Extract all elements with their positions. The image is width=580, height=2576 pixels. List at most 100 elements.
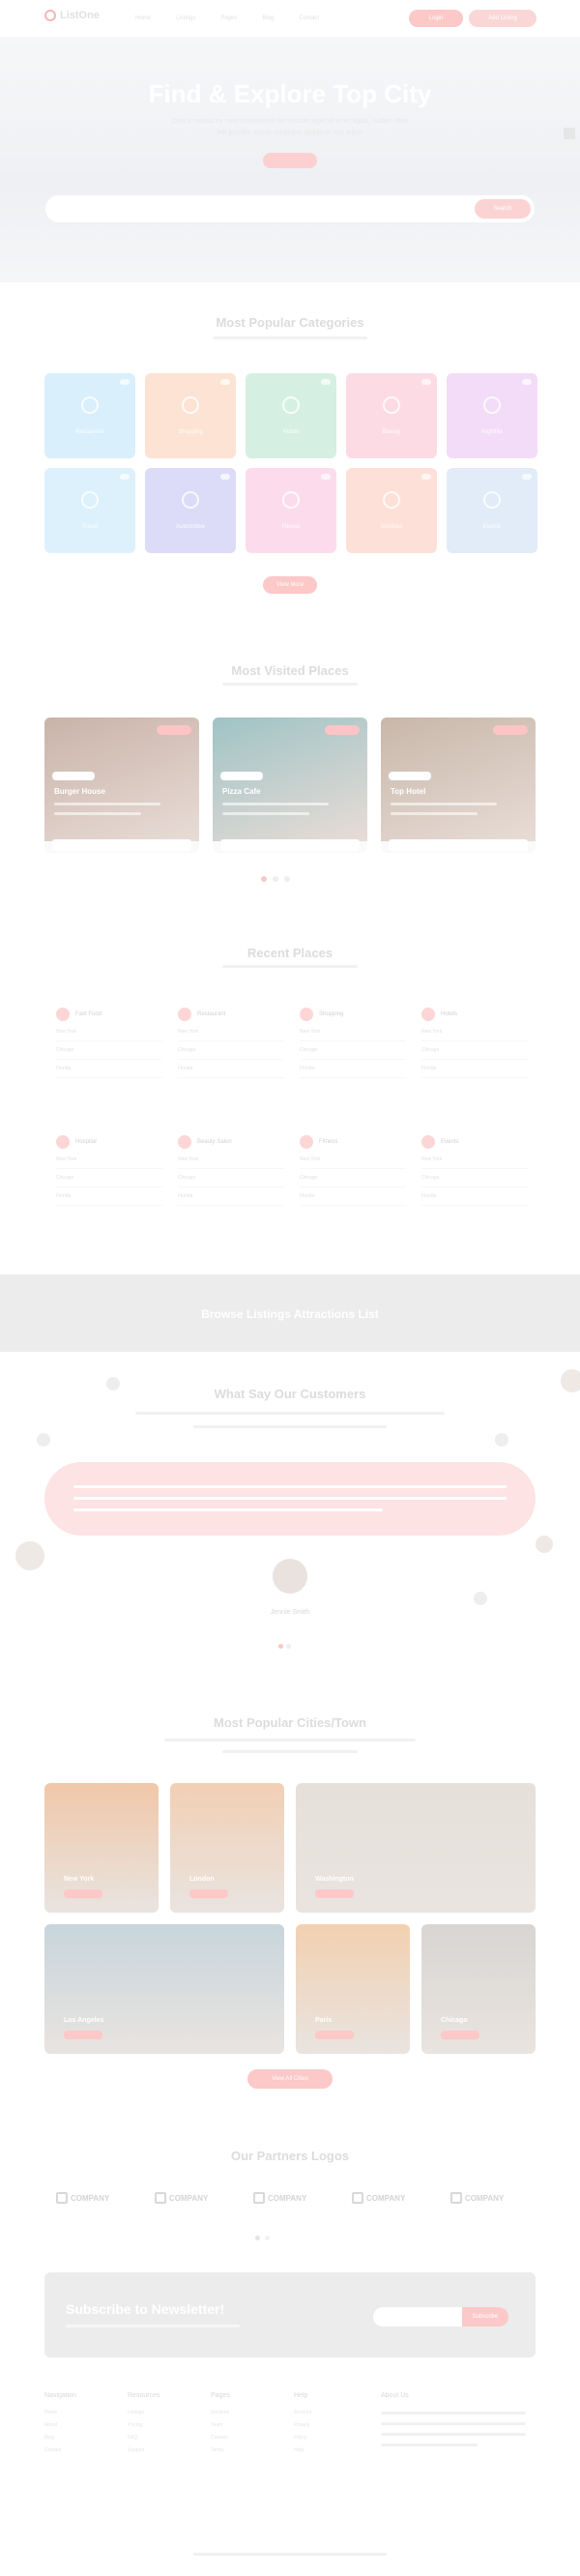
hero-cta-button[interactable]: [263, 153, 317, 168]
visited-place-card[interactable]: Burger House: [44, 717, 199, 853]
recent-place-row[interactable]: New York: [178, 1151, 284, 1169]
footer-link[interactable]: Terms: [211, 2447, 230, 2460]
footer-link[interactable]: Support: [128, 2447, 160, 2460]
nav-item-home[interactable]: Home: [135, 15, 151, 21]
recent-place-row[interactable]: Chicago: [178, 1169, 284, 1187]
footer-link[interactable]: FAQ: [128, 2435, 160, 2447]
newsletter-subscribe-button[interactable]: Subscribe: [462, 2307, 508, 2327]
add-listing-button[interactable]: Add Listing: [469, 10, 536, 27]
nav-item-listings[interactable]: Listings: [176, 15, 195, 21]
settings-icon[interactable]: [564, 128, 575, 139]
partner-logo-text: COMPANY: [366, 2193, 406, 2203]
city-card[interactable]: New York: [44, 1783, 159, 1913]
recent-place-row[interactable]: Florida: [300, 1060, 406, 1078]
testimonial-avatar: [271, 1557, 309, 1595]
category-card[interactable]: Hotels: [246, 373, 336, 458]
quote-text-line: [73, 1485, 507, 1488]
city-card[interactable]: Chicago: [421, 1924, 536, 2054]
partner-logo[interactable]: COMPANY: [352, 2192, 405, 2204]
newsletter-email-input[interactable]: [373, 2307, 462, 2327]
hero-search-bar[interactable]: Search: [44, 194, 536, 223]
recent-column-head[interactable]: Hotels: [421, 1006, 528, 1023]
carousel-dot-active[interactable]: [261, 876, 267, 882]
recent-place-row[interactable]: Florida: [178, 1060, 284, 1078]
recent-place-row[interactable]: Florida: [178, 1187, 284, 1206]
recent-place-row[interactable]: Chicago: [178, 1041, 284, 1060]
recent-place-row[interactable]: Florida: [56, 1060, 162, 1078]
partner-dot-active[interactable]: [255, 2236, 260, 2240]
footer-link[interactable]: Help: [294, 2447, 311, 2460]
cities-more-button[interactable]: View All Cities: [247, 2069, 333, 2089]
footer-link[interactable]: Listings: [128, 2410, 160, 2422]
recent-column-head[interactable]: Fitness: [300, 1133, 406, 1151]
city-card[interactable]: Paris: [296, 1924, 410, 2054]
recent-column-head[interactable]: Beauty Salon: [178, 1133, 284, 1151]
footer-link[interactable]: Account: [294, 2410, 311, 2422]
category-card[interactable]: Automotive: [145, 468, 236, 553]
recent-place-row[interactable]: New York: [421, 1151, 528, 1169]
city-card[interactable]: London: [170, 1783, 284, 1913]
city-card[interactable]: Los Angeles: [44, 1924, 284, 2054]
partner-dot[interactable]: [265, 2236, 270, 2240]
visited-place-card[interactable]: Top Hotel: [381, 717, 536, 853]
recent-place-row[interactable]: Chicago: [421, 1041, 528, 1060]
recent-place-row[interactable]: Florida: [56, 1187, 162, 1206]
nav-item-blog[interactable]: Blog: [262, 15, 274, 21]
footer-link[interactable]: Privacy: [294, 2422, 311, 2435]
recent-column-head[interactable]: Fast Food: [56, 1006, 162, 1023]
category-card[interactable]: Services: [346, 468, 437, 553]
partner-logo[interactable]: COMPANY: [253, 2192, 306, 2204]
footer-link[interactable]: Careers: [211, 2435, 230, 2447]
recent-place-row[interactable]: Florida: [421, 1060, 528, 1078]
footer-link[interactable]: Pricing: [128, 2422, 160, 2435]
recent-place-row[interactable]: Chicago: [56, 1041, 162, 1060]
carousel-dot[interactable]: [273, 876, 278, 882]
footer-link[interactable]: Policy: [294, 2435, 311, 2447]
categories-more-button[interactable]: View More: [263, 576, 317, 594]
category-card[interactable]: Shopping: [145, 373, 236, 458]
footer-column-title: Navigation: [44, 2392, 77, 2399]
recent-place-row[interactable]: Florida: [421, 1187, 528, 1206]
recent-column-head[interactable]: Hospital: [56, 1133, 162, 1151]
carousel-dot[interactable]: [284, 876, 290, 882]
footer-link[interactable]: Team: [211, 2422, 230, 2435]
category-card[interactable]: Restaurant: [44, 373, 135, 458]
footer-link[interactable]: Contact: [44, 2447, 76, 2460]
category-card[interactable]: Nightlife: [447, 373, 537, 458]
recent-column-head[interactable]: Shopping: [300, 1006, 406, 1023]
recent-place-row[interactable]: Chicago: [300, 1169, 406, 1187]
login-button[interactable]: Login: [409, 10, 463, 27]
visited-place-card[interactable]: Pizza Cafe: [213, 717, 367, 853]
footer-link[interactable]: Blog: [44, 2435, 76, 2447]
recent-place-row[interactable]: New York: [421, 1023, 528, 1041]
footer-link[interactable]: Home: [44, 2410, 76, 2422]
testimonial-dot-active[interactable]: [278, 1644, 283, 1649]
recent-place-row[interactable]: Chicago: [300, 1041, 406, 1060]
category-card[interactable]: Events: [447, 468, 537, 553]
recent-place-row[interactable]: New York: [178, 1023, 284, 1041]
partner-logo[interactable]: COMPANY: [56, 2192, 109, 2204]
category-card[interactable]: Beauty: [346, 373, 437, 458]
recent-place-row[interactable]: New York: [56, 1023, 162, 1041]
recent-place-row[interactable]: New York: [300, 1151, 406, 1169]
recent-place-row[interactable]: Chicago: [56, 1169, 162, 1187]
partner-logo[interactable]: COMPANY: [155, 2192, 208, 2204]
recent-column-head[interactable]: Events: [421, 1133, 528, 1151]
partner-logo[interactable]: COMPANY: [450, 2192, 504, 2204]
search-button[interactable]: Search: [475, 199, 531, 219]
nav-item-pages[interactable]: Pages: [220, 15, 237, 21]
footer-link[interactable]: About: [44, 2422, 76, 2435]
nav-item-contact[interactable]: Contact: [299, 15, 319, 21]
site-logo[interactable]: ListOne: [44, 10, 100, 21]
recent-place-row[interactable]: New York: [56, 1151, 162, 1169]
testimonial-dot[interactable]: [286, 1644, 291, 1649]
category-card[interactable]: Fitness: [246, 468, 336, 553]
city-card[interactable]: Washington: [296, 1783, 536, 1913]
recent-place-row[interactable]: Florida: [300, 1187, 406, 1206]
cities-subtitle-line: [222, 1750, 358, 1753]
recent-place-row[interactable]: New York: [300, 1023, 406, 1041]
recent-place-row[interactable]: Chicago: [421, 1169, 528, 1187]
footer-link[interactable]: Services: [211, 2410, 230, 2422]
category-card[interactable]: Travel: [44, 468, 135, 553]
recent-column-head[interactable]: Restaurant: [178, 1006, 284, 1023]
